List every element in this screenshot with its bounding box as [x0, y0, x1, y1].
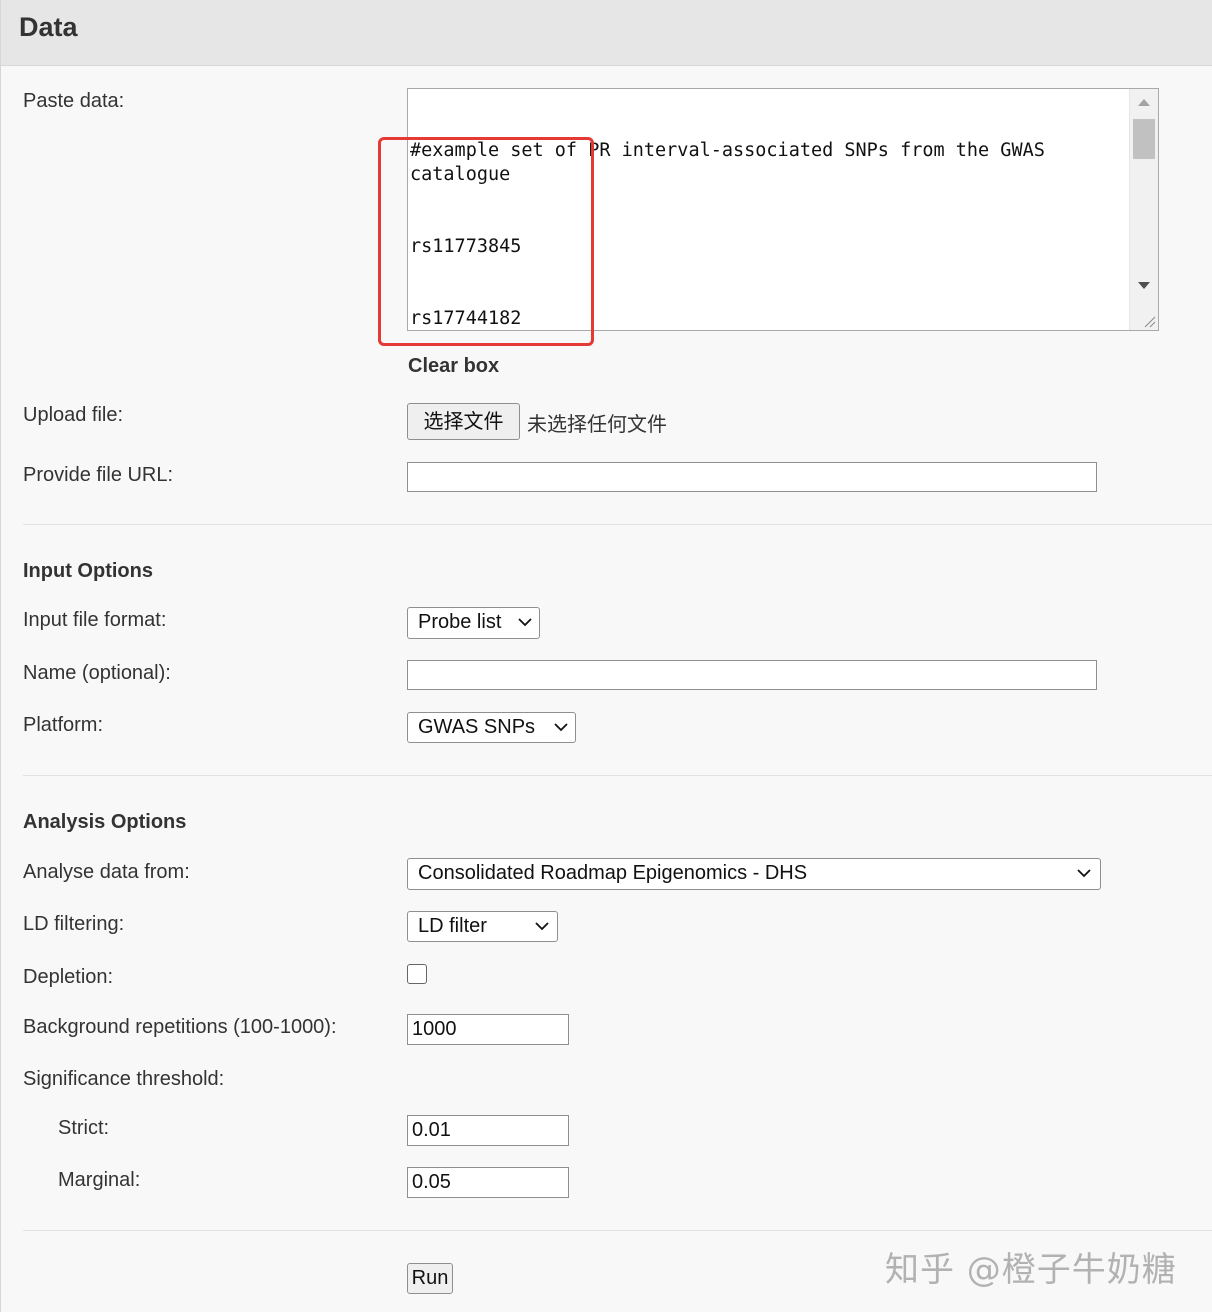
- platform-label: Platform:: [23, 714, 104, 736]
- background-repetitions-input[interactable]: 1000: [407, 1014, 569, 1045]
- input-options-title: Input Options: [23, 560, 153, 582]
- chevron-down-icon: [554, 723, 568, 732]
- textarea-line: rs17744182: [410, 308, 522, 329]
- clear-box-button[interactable]: Clear box: [408, 355, 499, 378]
- ld-filter-value: LD filter: [418, 915, 487, 937]
- input-format-label: Input file format:: [23, 609, 167, 631]
- scroll-up-icon[interactable]: [1138, 99, 1150, 106]
- platform-value: GWAS SNPs: [418, 716, 536, 738]
- ld-filtering-label: LD filtering:: [23, 913, 125, 935]
- analysis-options-title: Analysis Options: [23, 811, 187, 833]
- analyse-from-select[interactable]: Consolidated Roadmap Epigenomics - DHS: [407, 858, 1101, 890]
- input-format-value: Probe list: [418, 611, 502, 633]
- significance-threshold-label: Significance threshold:: [23, 1068, 225, 1090]
- scroll-thumb[interactable]: [1133, 119, 1155, 159]
- chevron-down-icon: [518, 618, 532, 627]
- depletion-checkbox[interactable]: [407, 964, 427, 984]
- no-file-chosen-text: 未选择任何文件: [527, 412, 667, 436]
- panel-header: Data: [1, 0, 1212, 66]
- strict-threshold-input[interactable]: 0.01: [407, 1115, 569, 1146]
- name-label: Name (optional):: [23, 662, 171, 684]
- divider: [23, 775, 1212, 776]
- chevron-down-icon: [1077, 869, 1091, 878]
- scroll-down-icon[interactable]: [1138, 282, 1150, 289]
- platform-select[interactable]: GWAS SNPs: [407, 712, 576, 743]
- strict-label: Strict:: [58, 1117, 110, 1139]
- analyse-from-value: Consolidated Roadmap Epigenomics - DHS: [418, 862, 808, 884]
- paste-data-textarea[interactable]: #example set of PR interval-associated S…: [407, 88, 1159, 331]
- resize-grip-icon[interactable]: [1142, 314, 1156, 328]
- divider: [23, 1230, 1212, 1231]
- background-repetitions-label: Background repetitions (100-1000):: [23, 1016, 337, 1038]
- file-url-input[interactable]: [407, 462, 1097, 492]
- file-url-label: Provide file URL:: [23, 464, 174, 486]
- run-button[interactable]: Run: [407, 1263, 453, 1294]
- textarea-text: #example set of PR interval-associated S…: [410, 91, 1130, 330]
- textarea-line: #example set of PR interval-associated S…: [410, 140, 1057, 185]
- watermark-text: 知乎 @橙子牛奶糖: [885, 1250, 1177, 1290]
- upload-file-label: Upload file:: [23, 404, 124, 426]
- depletion-label: Depletion:: [23, 966, 114, 988]
- input-format-select[interactable]: Probe list: [407, 607, 540, 639]
- name-input[interactable]: [407, 660, 1097, 690]
- ld-filter-select[interactable]: LD filter: [407, 911, 558, 942]
- marginal-label: Marginal:: [58, 1169, 141, 1191]
- analyse-from-label: Analyse data from:: [23, 861, 190, 883]
- chevron-down-icon: [535, 922, 549, 931]
- paste-data-label: Paste data:: [23, 90, 125, 112]
- marginal-threshold-input[interactable]: 0.05: [407, 1167, 569, 1198]
- divider: [23, 524, 1212, 525]
- choose-file-button[interactable]: 选择文件: [407, 403, 520, 440]
- textarea-scrollbar[interactable]: [1129, 89, 1158, 330]
- panel-title: Data: [19, 12, 78, 42]
- data-panel: Data Paste data: #example set of PR inte…: [0, 0, 1212, 1312]
- textarea-line: rs11773845: [410, 236, 522, 257]
